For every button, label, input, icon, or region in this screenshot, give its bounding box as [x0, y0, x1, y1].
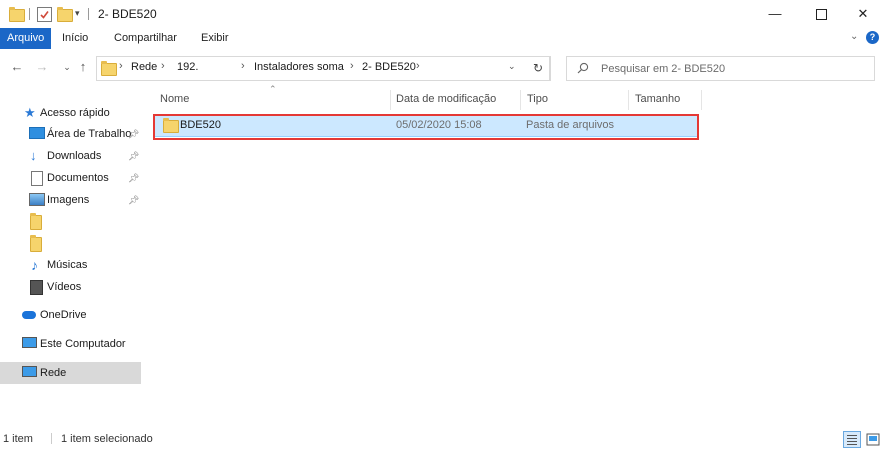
address-bar[interactable]: › Rede › 192. › Instaladores soma › 2- B…	[96, 56, 551, 81]
pin-icon[interactable]: 📌︎	[128, 167, 139, 189]
sidebar-item-folder[interactable]	[0, 233, 141, 255]
breadcrumb-instaladores[interactable]: Instaladores soma	[254, 61, 344, 73]
folder-icon	[30, 213, 42, 230]
sidebar-item-area-de-trabalho[interactable]: Área de Trabalho 📌︎	[0, 123, 141, 145]
expand-ribbon-chevron-icon[interactable]: ⌄	[850, 31, 858, 42]
sidebar-item-acesso-rapido[interactable]: ★ Acesso rápido	[0, 102, 141, 124]
ribbon-tabs: Arquivo Início Compartilhar Exibir ⌄ ?	[0, 28, 886, 49]
column-divider[interactable]	[628, 90, 629, 110]
sidebar-item-label: Downloads	[47, 150, 102, 162]
divider	[29, 8, 30, 20]
selection-highlight-box	[153, 114, 699, 140]
computer-icon	[22, 337, 37, 348]
sidebar-item-videos[interactable]: Vídeos	[0, 276, 141, 298]
sidebar-item-label: Vídeos	[47, 281, 82, 293]
star-icon: ★	[24, 105, 36, 120]
tab-inicio[interactable]: Início	[54, 28, 96, 49]
tab-exibir[interactable]: Exibir	[193, 28, 237, 49]
sidebar-item-label: Documentos	[47, 172, 109, 184]
divider	[51, 433, 52, 444]
properties-check-icon[interactable]	[37, 7, 52, 22]
cloud-icon	[22, 311, 36, 319]
chevron-right-icon[interactable]: ›	[161, 60, 165, 72]
pin-icon[interactable]: 📌︎	[128, 189, 139, 211]
column-header-size[interactable]: Tamanho	[635, 88, 695, 110]
tab-compartilhar[interactable]: Compartilhar	[106, 28, 185, 49]
status-bar: 1 item 1 item selecionado	[0, 430, 886, 448]
search-box[interactable]	[566, 56, 875, 81]
close-button[interactable]: ✕	[840, 0, 886, 28]
close-icon: ✕	[857, 6, 869, 21]
download-arrow-icon: ↓	[30, 148, 37, 163]
breadcrumb-rede[interactable]: Rede	[131, 61, 157, 73]
navigation-bar: ← → ⌄ ↑ › Rede › 192. › Instaladores som…	[0, 53, 886, 83]
new-folder-icon[interactable]	[57, 7, 73, 22]
chevron-right-icon[interactable]: ›	[416, 60, 420, 72]
video-icon	[30, 280, 43, 295]
sidebar-item-musicas[interactable]: ♪ Músicas	[0, 254, 141, 276]
documents-icon	[31, 171, 43, 186]
network-icon	[22, 366, 37, 377]
navigation-pane: ★ Acesso rápido Área de Trabalho 📌︎ ↓ Do…	[0, 92, 141, 412]
sidebar-item-label: Imagens	[47, 194, 90, 206]
breadcrumb-current[interactable]: 2- BDE520	[362, 61, 416, 73]
up-arrow-icon[interactable]: ↑	[74, 58, 92, 76]
tab-arquivo[interactable]: Arquivo	[0, 28, 52, 49]
chevron-right-icon[interactable]: ›	[241, 60, 245, 72]
sidebar-item-label: Área de Trabalho	[47, 128, 132, 140]
minimize-icon: ―	[768, 6, 782, 21]
column-header-modified[interactable]: Data de modificação	[396, 88, 516, 110]
sidebar-item-imagens[interactable]: Imagens 📌︎	[0, 189, 141, 211]
details-view-button[interactable]	[843, 431, 861, 448]
folder-icon	[101, 61, 117, 76]
minimize-button[interactable]: ―	[752, 0, 798, 28]
divider	[88, 8, 89, 20]
selection-count: 1 item selecionado	[61, 433, 153, 445]
sidebar-item-onedrive[interactable]: OneDrive	[0, 304, 141, 326]
search-icon	[577, 62, 589, 77]
file-list: ⌃ Nome Data de modificação Tipo Tamanho …	[150, 84, 886, 418]
back-arrow-icon[interactable]: ←	[8, 58, 26, 76]
title-bar: ▾ 2- BDE520 ― ✕	[0, 0, 886, 28]
pictures-icon	[29, 193, 45, 206]
chevron-right-icon[interactable]: ›	[350, 60, 354, 72]
column-header-name[interactable]: Nome	[160, 88, 390, 110]
column-divider[interactable]	[390, 90, 391, 110]
item-count: 1 item	[3, 433, 33, 445]
folder-icon	[30, 235, 42, 252]
maximize-button[interactable]	[798, 0, 844, 28]
large-icons-view-button[interactable]	[864, 431, 882, 448]
column-divider[interactable]	[520, 90, 521, 110]
refresh-button[interactable]: ↻	[527, 56, 550, 81]
customize-dropdown-icon[interactable]: ▾	[75, 8, 80, 19]
maximize-icon	[815, 9, 827, 21]
large-icons-view-icon	[866, 433, 880, 446]
forward-arrow-icon[interactable]: →	[33, 58, 51, 76]
sidebar-item-label: Este Computador	[40, 338, 126, 350]
column-header-type[interactable]: Tipo	[527, 88, 627, 110]
search-input[interactable]	[599, 58, 863, 79]
sidebar-item-downloads[interactable]: ↓ Downloads 📌︎	[0, 145, 141, 167]
folder-icon	[9, 7, 25, 22]
desktop-icon	[29, 127, 45, 139]
chevron-right-icon[interactable]: ›	[119, 60, 123, 72]
address-history-chevron-icon[interactable]: ⌄	[508, 61, 516, 72]
sidebar-item-label: Músicas	[47, 259, 88, 271]
breadcrumb-ip[interactable]: 192.	[177, 61, 198, 73]
sidebar-item-rede[interactable]: Rede	[0, 362, 141, 384]
pin-icon[interactable]: 📌︎	[128, 145, 139, 167]
refresh-icon: ↻	[532, 61, 544, 75]
sidebar-item-label: OneDrive	[40, 309, 87, 321]
help-icon[interactable]: ?	[866, 31, 879, 44]
sidebar-item-folder[interactable]	[0, 211, 141, 233]
sidebar-item-label: Acesso rápido	[40, 107, 110, 119]
window-title: 2- BDE520	[98, 7, 157, 21]
sidebar-item-documentos[interactable]: Documentos 📌︎	[0, 167, 141, 189]
sidebar-item-label: Rede	[40, 367, 67, 379]
pin-icon[interactable]: 📌︎	[128, 123, 139, 145]
details-view-icon	[847, 435, 857, 445]
sidebar-item-este-computador[interactable]: Este Computador	[0, 333, 141, 355]
column-divider[interactable]	[701, 90, 702, 110]
music-note-icon: ♪	[31, 257, 38, 273]
